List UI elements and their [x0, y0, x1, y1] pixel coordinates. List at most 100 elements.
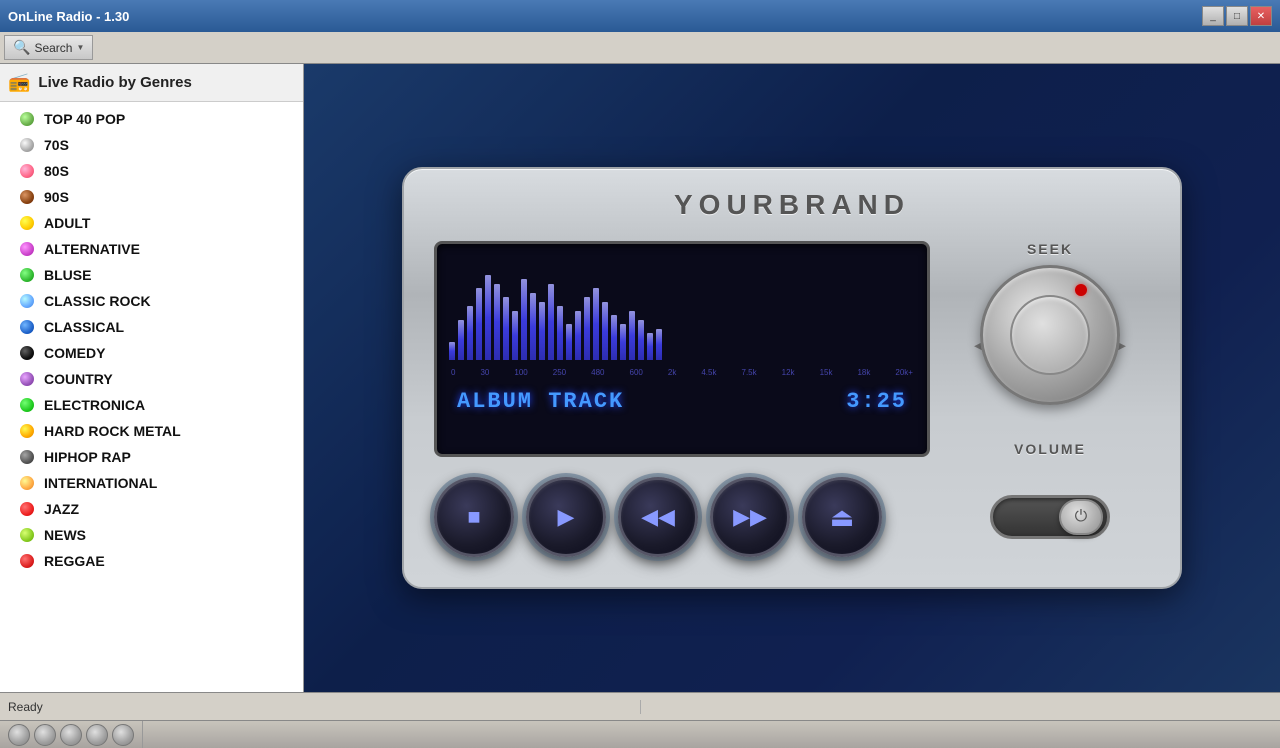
stop-button[interactable]: ■ [434, 477, 514, 557]
app-title: OnLine Radio - 1.30 [8, 9, 129, 24]
genre-item-news[interactable]: NEWS [0, 522, 303, 548]
eq-label: 0 [451, 368, 455, 377]
seek-knob-container: ◀ ▶ [970, 265, 1130, 425]
power-area: ⏻ [950, 495, 1150, 539]
genre-dot [20, 554, 34, 568]
genre-label: NEWS [44, 527, 86, 543]
genre-item-classic-rock[interactable]: CLASSIC ROCK [0, 288, 303, 314]
title-controls[interactable]: _ □ ✕ [1202, 6, 1272, 26]
player-buttons: ■ ▶ ◀◀ ▶▶ ⏏ [434, 477, 930, 557]
genre-item-comedy[interactable]: COMEDY [0, 340, 303, 366]
power-icon: ⏻ [1075, 508, 1088, 526]
genre-item-adult[interactable]: ADULT [0, 210, 303, 236]
eq-bar-11 [548, 284, 554, 361]
radio-display: 0 30 100 250 480 600 2k 4.5k 7.5k 12k 15… [434, 241, 930, 457]
brand-label: YOURBRAND [674, 189, 910, 221]
genre-label: CLASSICAL [44, 319, 124, 335]
genre-item-jazz[interactable]: JAZZ [0, 496, 303, 522]
eq-bar-1 [458, 320, 464, 361]
status-text-left: Ready [8, 700, 641, 714]
controls-row: ■ ▶ ◀◀ ▶▶ ⏏ ⏻ [434, 477, 1150, 557]
power-toggle-thumb: ⏻ [1059, 499, 1103, 535]
taskbar-knob-3 [60, 724, 82, 746]
genre-item-country[interactable]: COUNTRY [0, 366, 303, 392]
equalizer-display [449, 260, 915, 360]
fast-forward-button[interactable]: ▶▶ [710, 477, 790, 557]
genre-item-hiphop-rap[interactable]: HIPHOP RAP [0, 444, 303, 470]
eq-bar-7 [512, 311, 518, 361]
taskbar-knob-4 [86, 724, 108, 746]
genre-item-alternative[interactable]: ALTERNATIVE [0, 236, 303, 262]
genre-dot [20, 476, 34, 490]
eq-bar-17 [602, 302, 608, 361]
eq-bar-20 [629, 311, 635, 361]
title-bar-left: OnLine Radio - 1.30 [8, 9, 129, 24]
minimize-button[interactable]: _ [1202, 6, 1224, 26]
genre-label: HARD ROCK METAL [44, 423, 181, 439]
seek-knob[interactable] [980, 265, 1120, 405]
eq-label: 2k [668, 368, 676, 377]
toolbar: 🔍 Search ▼ [0, 32, 1280, 64]
close-button[interactable]: ✕ [1250, 6, 1272, 26]
genre-label: 90S [44, 189, 69, 205]
search-label: Search [34, 41, 72, 55]
genre-item-electronica[interactable]: ELECTRONICA [0, 392, 303, 418]
genre-dot [20, 268, 34, 282]
eq-bar-16 [593, 288, 599, 360]
display-info: ALBUM TRACK 3:25 [449, 385, 915, 418]
eq-bar-22 [647, 333, 653, 360]
eq-bar-8 [521, 279, 527, 360]
power-toggle[interactable]: ⏻ [990, 495, 1110, 539]
genre-label: JAZZ [44, 501, 79, 517]
genre-item-international[interactable]: INTERNATIONAL [0, 470, 303, 496]
eject-button[interactable]: ⏏ [802, 477, 882, 557]
maximize-button[interactable]: □ [1226, 6, 1248, 26]
genre-item-classical[interactable]: CLASSICAL [0, 314, 303, 340]
genre-item-70s[interactable]: 70S [0, 132, 303, 158]
track-time: 3:25 [846, 389, 907, 414]
genre-label: COMEDY [44, 345, 105, 361]
search-icon: 🔍 [13, 39, 30, 56]
search-button[interactable]: 🔍 Search ▼ [4, 35, 93, 60]
radio-content: YOURBRAND 0 30 100 250 480 600 2k [304, 64, 1280, 692]
genre-label: CLASSIC ROCK [44, 293, 151, 309]
eq-bar-4 [485, 275, 491, 361]
eq-bar-13 [566, 324, 572, 360]
seek-label: SEEK [1027, 241, 1073, 257]
genre-label: INTERNATIONAL [44, 475, 157, 491]
eq-bar-9 [530, 293, 536, 361]
genre-item-bluse[interactable]: BLUSE [0, 262, 303, 288]
genre-dot [20, 528, 34, 542]
radio-player: YOURBRAND 0 30 100 250 480 600 2k [402, 167, 1182, 589]
radio-icon: 📻 [8, 72, 30, 93]
sidebar-title: Live Radio by Genres [38, 74, 191, 91]
eq-bar-3 [476, 288, 482, 360]
genre-label: COUNTRY [44, 371, 113, 387]
seek-area: SEEK ◀ ▶ VOLUME [950, 241, 1150, 457]
genre-dot [20, 242, 34, 256]
eq-bar-10 [539, 302, 545, 361]
eq-label: 250 [553, 368, 566, 377]
genre-item-top-40-pop[interactable]: TOP 40 POP [0, 106, 303, 132]
taskbar [0, 720, 1280, 748]
genre-dot [20, 164, 34, 178]
eq-bar-23 [656, 329, 662, 361]
eq-label: 12k [782, 368, 795, 377]
genre-item-reggae[interactable]: REGGAE [0, 548, 303, 574]
genre-item-90s[interactable]: 90S [0, 184, 303, 210]
genre-dot [20, 346, 34, 360]
genre-item-80s[interactable]: 80S [0, 158, 303, 184]
rewind-button[interactable]: ◀◀ [618, 477, 698, 557]
play-button[interactable]: ▶ [526, 477, 606, 557]
eq-bar-5 [494, 284, 500, 361]
eq-bar-18 [611, 315, 617, 360]
taskbar-knob-1 [8, 724, 30, 746]
knob-indicator-dot [1075, 284, 1087, 296]
genre-list[interactable]: TOP 40 POP70S80S 90S ADULTALTERNATIVEBLUSE… [0, 102, 303, 692]
genre-dot [20, 398, 34, 412]
genre-item-hard-rock-metal[interactable]: HARD ROCK METAL [0, 418, 303, 444]
genre-label: REGGAE [44, 553, 105, 569]
genre-dot [20, 216, 34, 230]
eq-bar-19 [620, 324, 626, 360]
taskbar-segment-1 [0, 721, 143, 748]
